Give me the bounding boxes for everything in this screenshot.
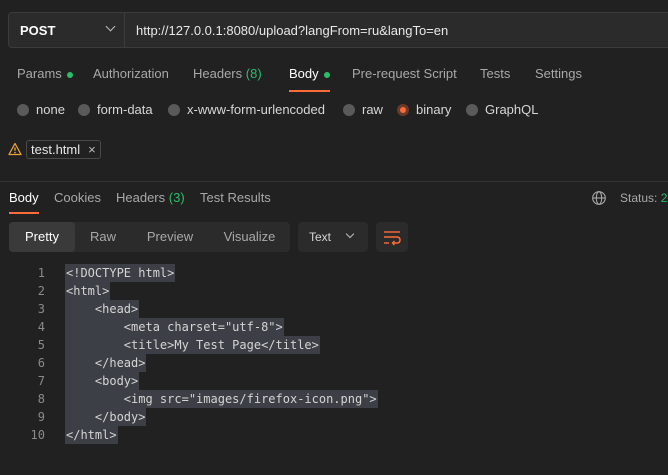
- line-number: 4: [37, 320, 45, 334]
- warning-icon: [8, 142, 22, 156]
- line-number: 10: [30, 428, 45, 442]
- wrap-icon: [384, 231, 401, 246]
- radio-selected-icon: [397, 103, 409, 116]
- tab-params-label: Params: [17, 66, 62, 81]
- tab-headers[interactable]: Headers (8): [193, 66, 262, 81]
- response-tab-test-results[interactable]: Test Results: [200, 190, 271, 205]
- code-line: <html>: [65, 282, 111, 300]
- radio-x-www-form-urlencoded[interactable]: x-www-form-urlencoded: [168, 102, 325, 117]
- url-input[interactable]: http://127.0.0.1:8080/upload?langFrom=ru…: [125, 12, 668, 48]
- code-line: <img src="images/firefox-icon.png">: [65, 390, 378, 408]
- code-line: </head>: [65, 354, 147, 372]
- file-name-chip: test.html ×: [26, 139, 101, 159]
- radio-circle-icon: [17, 103, 29, 116]
- line-number: 6: [37, 356, 45, 370]
- view-visualize-button[interactable]: Visualize: [209, 222, 290, 252]
- line-number: 5: [37, 338, 45, 352]
- code-line: <head>: [65, 300, 140, 318]
- tab-settings-label: Settings: [535, 66, 582, 81]
- line-number: 3: [37, 302, 45, 316]
- response-tab-cookies[interactable]: Cookies: [54, 190, 101, 205]
- method-label: POST: [20, 23, 56, 38]
- radio-graphql[interactable]: GraphQL: [466, 102, 538, 117]
- chevron-down-icon: [345, 229, 355, 239]
- response-tab-headers-label: Headers: [116, 190, 166, 205]
- code-line: <meta charset="utf-8">: [65, 318, 284, 336]
- radio-binary[interactable]: binary: [397, 102, 451, 117]
- line-number: 8: [37, 392, 45, 406]
- status-dot-icon: [323, 71, 330, 78]
- view-mode-group: Pretty Raw Preview Visualize: [9, 222, 290, 252]
- response-status: Status: 20: [620, 191, 668, 205]
- globe-icon[interactable]: [591, 190, 607, 206]
- tab-authorization-label: Authorization: [93, 66, 169, 81]
- line-number: 2: [37, 284, 45, 298]
- tab-tests-label: Tests: [480, 66, 511, 81]
- wrap-lines-button[interactable]: [376, 222, 408, 252]
- response-tab-test-results-label: Test Results: [200, 190, 271, 205]
- url-text: http://127.0.0.1:8080/upload?langFrom=ru…: [136, 23, 449, 38]
- tab-params[interactable]: Params: [17, 66, 73, 81]
- response-tab-cookies-label: Cookies: [54, 190, 101, 205]
- status-dot-icon: [66, 71, 73, 78]
- status-code: 20: [660, 191, 668, 205]
- format-label: Text: [309, 230, 332, 244]
- code-line: </html>: [65, 426, 118, 444]
- status-label: Status:: [620, 191, 661, 205]
- tab-tests[interactable]: Tests: [480, 66, 510, 81]
- tab-pre-request-script[interactable]: Pre-request Script: [352, 66, 457, 81]
- tab-settings[interactable]: Settings: [535, 66, 582, 81]
- code-line: <!DOCTYPE html>: [65, 264, 176, 282]
- line-number: 7: [37, 374, 45, 388]
- response-tab-headers[interactable]: Headers (3): [116, 190, 185, 205]
- code-line: <body>: [65, 372, 140, 390]
- tab-headers-label: Headers: [193, 66, 243, 81]
- radio-circle-icon: [168, 103, 180, 116]
- tab-body[interactable]: Body: [289, 66, 330, 81]
- radio-binary-label: binary: [416, 102, 452, 117]
- code-line: </body>: [65, 408, 147, 426]
- response-tab-body-label: Body: [9, 190, 39, 205]
- radio-urlencoded-label: x-www-form-urlencoded: [187, 102, 325, 117]
- active-tab-indicator: [289, 90, 330, 92]
- active-response-tab-indicator: [9, 212, 39, 214]
- tab-authorization[interactable]: Authorization: [93, 66, 169, 81]
- radio-form-data-label: form-data: [97, 102, 153, 117]
- file-name-label: test.html: [31, 141, 81, 157]
- tab-pre-request-script-label: Pre-request Script: [352, 66, 457, 81]
- radio-raw[interactable]: raw: [343, 102, 383, 117]
- radio-none[interactable]: none: [17, 102, 65, 117]
- close-icon[interactable]: ×: [88, 142, 96, 157]
- selected-file: test.html ×: [8, 139, 101, 159]
- response-tab-headers-count: (3): [168, 190, 185, 205]
- radio-form-data[interactable]: form-data: [78, 102, 153, 117]
- radio-raw-label: raw: [362, 102, 383, 117]
- view-pretty-button[interactable]: Pretty: [9, 222, 75, 252]
- format-select[interactable]: Text: [298, 222, 368, 252]
- code-line: <title>My Test Page</title>: [65, 336, 320, 354]
- tab-headers-count: (8): [245, 66, 262, 81]
- radio-graphql-label: GraphQL: [485, 102, 539, 117]
- radio-circle-icon: [78, 103, 90, 116]
- view-preview-button[interactable]: Preview: [131, 222, 209, 252]
- radio-none-label: none: [36, 102, 65, 117]
- radio-circle-icon: [466, 103, 478, 116]
- line-number: 1: [37, 266, 45, 280]
- section-divider: [0, 181, 668, 182]
- chevron-down-icon: [105, 21, 116, 32]
- view-raw-button[interactable]: Raw: [75, 222, 131, 252]
- method-select[interactable]: POST: [8, 12, 125, 48]
- response-tab-body[interactable]: Body: [9, 190, 39, 205]
- line-number: 9: [37, 410, 45, 424]
- tab-body-label: Body: [289, 66, 319, 81]
- radio-circle-icon: [343, 103, 355, 116]
